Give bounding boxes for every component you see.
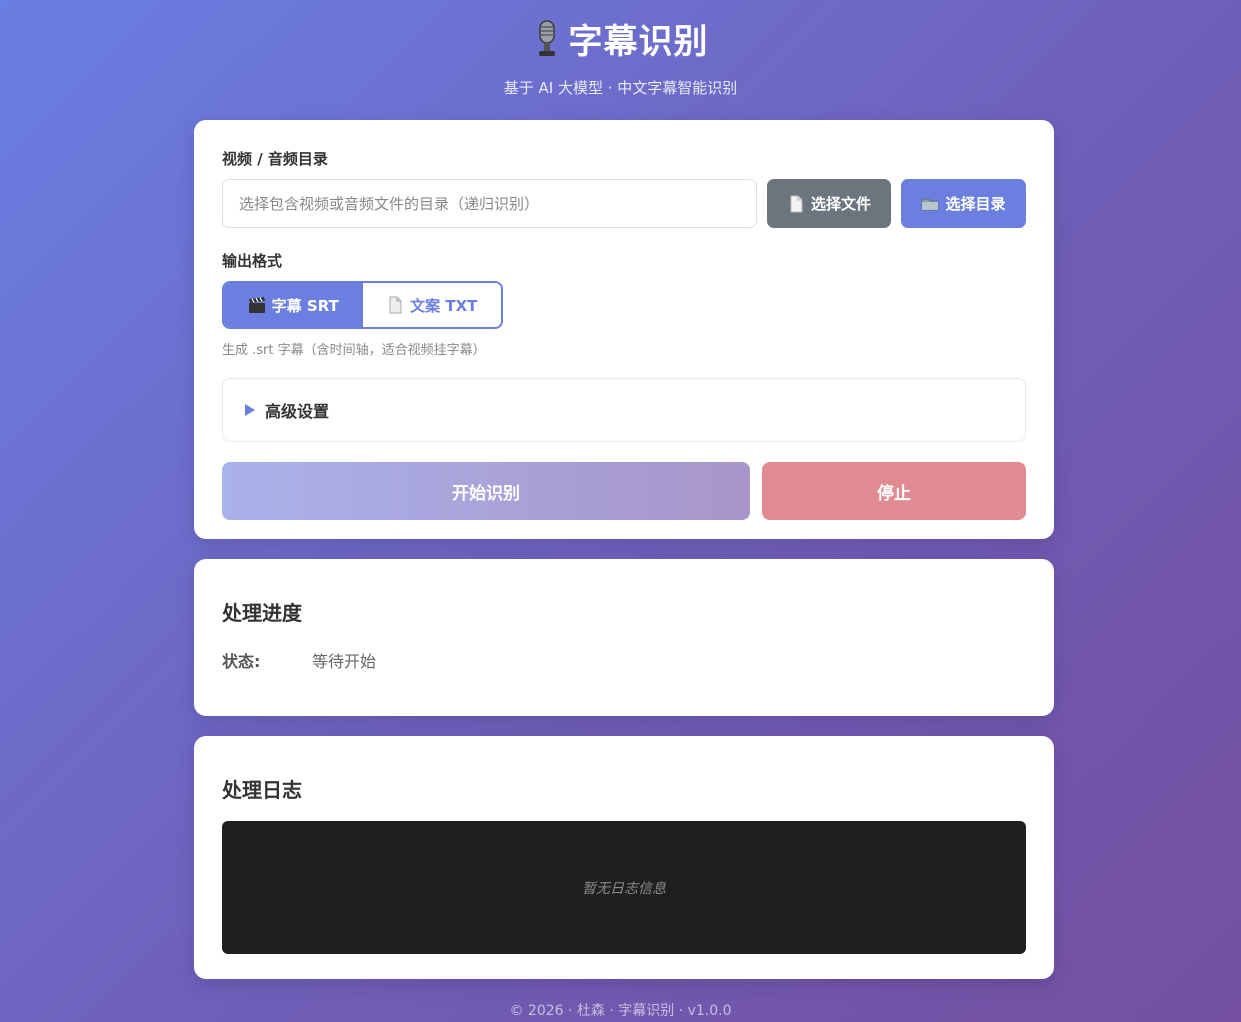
log-card: 处理日志 暂无日志信息 bbox=[194, 736, 1054, 979]
source-label: 视频 / 音频目录 bbox=[222, 150, 328, 168]
page-subtitle: 基于 AI 大模型 · 中文字幕智能识别 bbox=[503, 79, 738, 97]
select-directory-label: 选择目录 bbox=[945, 195, 1006, 213]
select-file-label: 选择文件 bbox=[810, 195, 871, 213]
start-button[interactable]: 开始识别 bbox=[222, 462, 750, 520]
status-row: 状态: 等待开始 bbox=[222, 648, 1026, 672]
footer: © 2026 · 杜森 · 字幕识别 · v1.0.0 bbox=[509, 1003, 732, 1019]
source-row: 选择文件 选择目录 bbox=[222, 179, 1026, 228]
stop-button[interactable]: 停止 bbox=[762, 462, 1026, 520]
log-empty-text: 暂无日志信息 bbox=[582, 880, 666, 897]
format-label: 输出格式 bbox=[222, 252, 283, 270]
format-hint: 生成 .srt 字幕（含时间轴，适合视频挂字幕） bbox=[222, 343, 486, 358]
document-icon bbox=[386, 296, 404, 314]
folder-icon bbox=[921, 195, 939, 213]
clapper-icon bbox=[248, 296, 266, 314]
settings-card: 视频 / 音频目录 选择文件 选择目录 输出格式 bbox=[194, 120, 1054, 539]
progress-card: 处理进度 状态: 等待开始 bbox=[194, 559, 1054, 716]
page-title: 字幕识别 bbox=[533, 14, 709, 63]
status-key: 状态: bbox=[222, 652, 261, 671]
expand-triangle-icon bbox=[245, 404, 255, 416]
advanced-settings-label: 高级设置 bbox=[265, 402, 330, 421]
status-value: 等待开始 bbox=[312, 652, 377, 671]
progress-title: 处理进度 bbox=[222, 601, 302, 625]
file-icon bbox=[787, 195, 805, 213]
format-option-txt[interactable]: 文案 TXT bbox=[362, 283, 501, 327]
directory-input[interactable] bbox=[222, 179, 757, 228]
page-title-text: 字幕识别 bbox=[568, 22, 709, 62]
page-header: 字幕识别 基于 AI 大模型 · 中文字幕智能识别 bbox=[0, 14, 1241, 98]
format-toggle: 字幕 SRT 文案 TXT bbox=[222, 281, 503, 329]
select-file-button[interactable]: 选择文件 bbox=[767, 179, 891, 228]
advanced-settings-toggle[interactable]: 高级设置 bbox=[222, 378, 1026, 442]
select-directory-button[interactable]: 选择目录 bbox=[901, 179, 1026, 228]
log-title: 处理日志 bbox=[222, 778, 302, 802]
microphone-icon bbox=[533, 19, 561, 59]
format-option-srt[interactable]: 字幕 SRT bbox=[224, 283, 363, 327]
format-option-txt-label: 文案 TXT bbox=[410, 296, 478, 315]
format-option-srt-label: 字幕 SRT bbox=[271, 296, 339, 315]
action-row: 开始识别 停止 bbox=[222, 462, 1026, 520]
log-output[interactable]: 暂无日志信息 bbox=[222, 821, 1026, 954]
